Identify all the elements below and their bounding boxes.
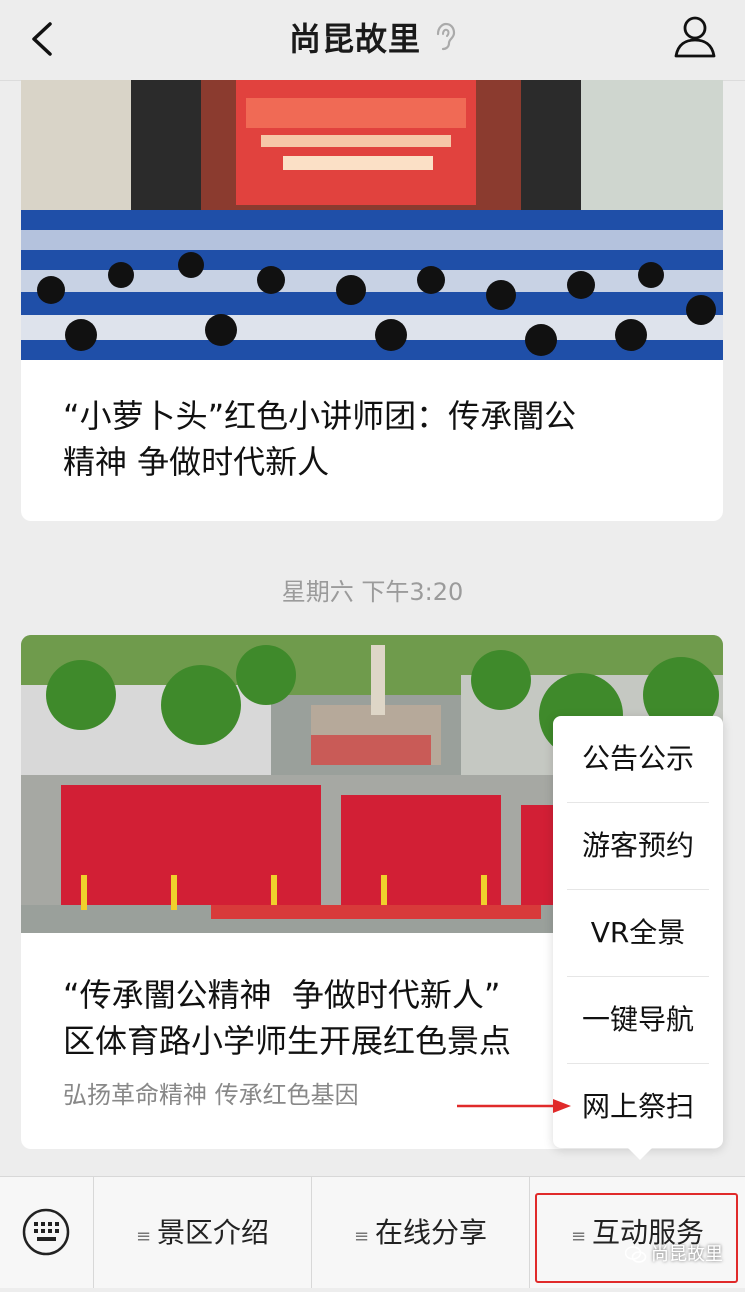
watermark: 尚昆故里 (625, 1240, 723, 1266)
submenu-item-vr-panorama[interactable]: VR全景 (567, 890, 709, 977)
menu-button-scenic-intro[interactable]: ≡ 景区介绍 (94, 1177, 312, 1288)
article-cover-image (21, 80, 723, 360)
user-profile-icon[interactable] (673, 14, 717, 60)
popup-pointer (628, 1148, 652, 1160)
menu-button-label: 在线分享 (375, 1216, 488, 1249)
bottom-menu-bar: ≡ 景区介绍 ≡ 在线分享 ≡ 互动服务 (0, 1176, 745, 1288)
page-title: 尚昆故里 (288, 20, 421, 58)
submenu-item-navigation[interactable]: 一键导航 (567, 977, 709, 1064)
submenu-item-announcements[interactable]: 公告公示 (567, 716, 709, 803)
menu-lines-icon: ≡ (135, 1226, 152, 1247)
menu-lines-icon: ≡ (353, 1226, 370, 1247)
keyboard-toggle-button[interactable] (0, 1177, 94, 1288)
interactive-services-submenu: 公告公示 游客预约 VR全景 一键导航 网上祭扫 (553, 716, 723, 1148)
red-annotation-arrow-icon (457, 1099, 571, 1113)
article-title: “小萝卜头”红色小讲师团：传承闇公 精神 争做时代新人 (63, 397, 577, 481)
message-timestamp: 星期六 下午3:20 (281, 578, 464, 606)
article-card[interactable]: “小萝卜头”红色小讲师团：传承闇公 精神 争做时代新人 (21, 80, 723, 521)
submenu-item-visitor-booking[interactable]: 游客预约 (567, 803, 709, 890)
menu-lines-icon: ≡ (570, 1226, 587, 1247)
menu-button-online-share[interactable]: ≡ 在线分享 (312, 1177, 530, 1288)
ear-icon[interactable] (434, 22, 456, 52)
menu-button-interactive-services[interactable]: ≡ 互动服务 (530, 1177, 745, 1288)
keyboard-icon (22, 1208, 70, 1256)
wechat-icon (625, 1246, 647, 1263)
watermark-text: 尚昆故里 (651, 1244, 723, 1265)
article-summary: 弘扬革命精神 传承红色基因 (63, 1081, 359, 1109)
top-nav-bar: 尚昆故里 (0, 0, 745, 81)
submenu-item-online-memorial[interactable]: 网上祭扫 (567, 1064, 709, 1150)
menu-button-label: 景区介绍 (157, 1216, 270, 1249)
